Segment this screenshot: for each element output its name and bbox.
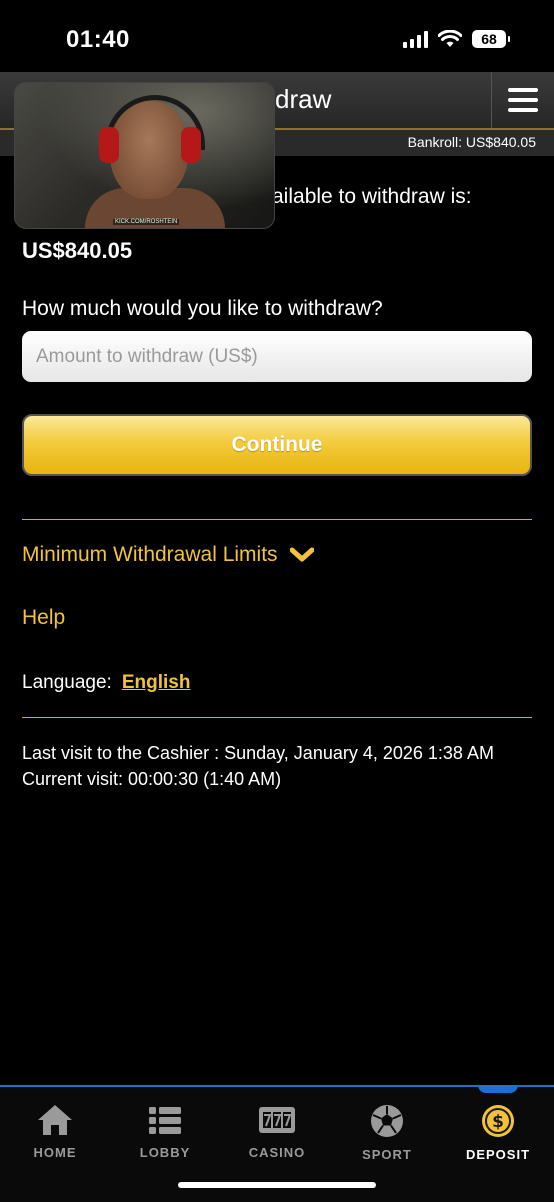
nav-home-label: HOME <box>33 1145 77 1160</box>
chevron-down-icon <box>289 547 314 562</box>
language-select-link[interactable]: English <box>122 672 191 693</box>
current-visit-text: Current visit: 00:00:30 (1:40 AM) <box>22 769 282 789</box>
last-visit-text: Last visit to the Cashier : Sunday, Janu… <box>22 743 494 763</box>
home-icon <box>38 1105 72 1135</box>
minimum-withdrawal-limits-label: Minimum Withdrawal Limits <box>22 543 278 566</box>
menu-icon-bar <box>508 98 538 102</box>
status-icons: 68 <box>403 30 510 48</box>
dollar-coin-icon: $ <box>482 1105 514 1137</box>
help-link[interactable]: Help <box>22 606 65 630</box>
battery-icon: 68 <box>472 30 510 48</box>
bankroll-value: Bankroll: US$840.05 <box>407 134 536 150</box>
svg-text:$: $ <box>492 1112 504 1132</box>
nav-home[interactable]: HOME <box>10 1103 100 1160</box>
status-bar: 01:40 68 <box>0 0 554 72</box>
nav-deposit[interactable]: $ DEPOSIT <box>453 1103 543 1162</box>
nav-casino[interactable]: CASINO <box>232 1103 322 1160</box>
status-time: 01:40 <box>66 26 130 53</box>
available-label: ailable to withdraw is: <box>272 185 472 208</box>
home-indicator[interactable] <box>178 1182 376 1188</box>
cellular-signal-icon <box>403 30 428 48</box>
language-row: Language: English <box>22 672 190 694</box>
soccer-ball-icon <box>371 1105 403 1137</box>
withdraw-question: How much would you like to withdraw? <box>22 297 383 320</box>
nav-deposit-label: DEPOSIT <box>465 1147 531 1162</box>
available-amount: US$840.05 <box>22 238 133 263</box>
headphones-left-cup <box>99 127 119 163</box>
continue-button[interactable]: Continue <box>22 414 532 476</box>
divider <box>22 717 532 718</box>
menu-icon-bar <box>508 108 538 112</box>
page-title: draw <box>275 84 332 114</box>
hamburger-menu-button[interactable] <box>491 72 554 128</box>
nav-lobby-label: LOBBY <box>139 1145 191 1160</box>
webcam-overlay: KICK.COM/ROSHTEIN <box>14 82 275 229</box>
webcam-caption: KICK.COM/ROSHTEIN <box>113 219 180 225</box>
divider <box>22 519 532 520</box>
lobby-icon <box>149 1107 181 1134</box>
minimum-withdrawal-limits-toggle[interactable]: Minimum Withdrawal Limits <box>22 543 314 567</box>
nav-sport[interactable]: SPORT <box>342 1103 432 1162</box>
withdraw-amount-input[interactable] <box>22 331 532 382</box>
headphones-right-cup <box>181 127 201 163</box>
wifi-icon <box>438 30 462 47</box>
active-tab-indicator <box>478 1085 518 1093</box>
menu-icon-bar <box>508 88 538 92</box>
nav-lobby[interactable]: LOBBY <box>120 1103 210 1160</box>
language-label: Language: <box>22 672 112 693</box>
nav-casino-label: CASINO <box>248 1145 306 1160</box>
slot-777-icon <box>259 1107 295 1133</box>
nav-sport-label: SPORT <box>362 1147 412 1162</box>
visit-info: Last visit to the Cashier : Sunday, Janu… <box>22 740 522 792</box>
